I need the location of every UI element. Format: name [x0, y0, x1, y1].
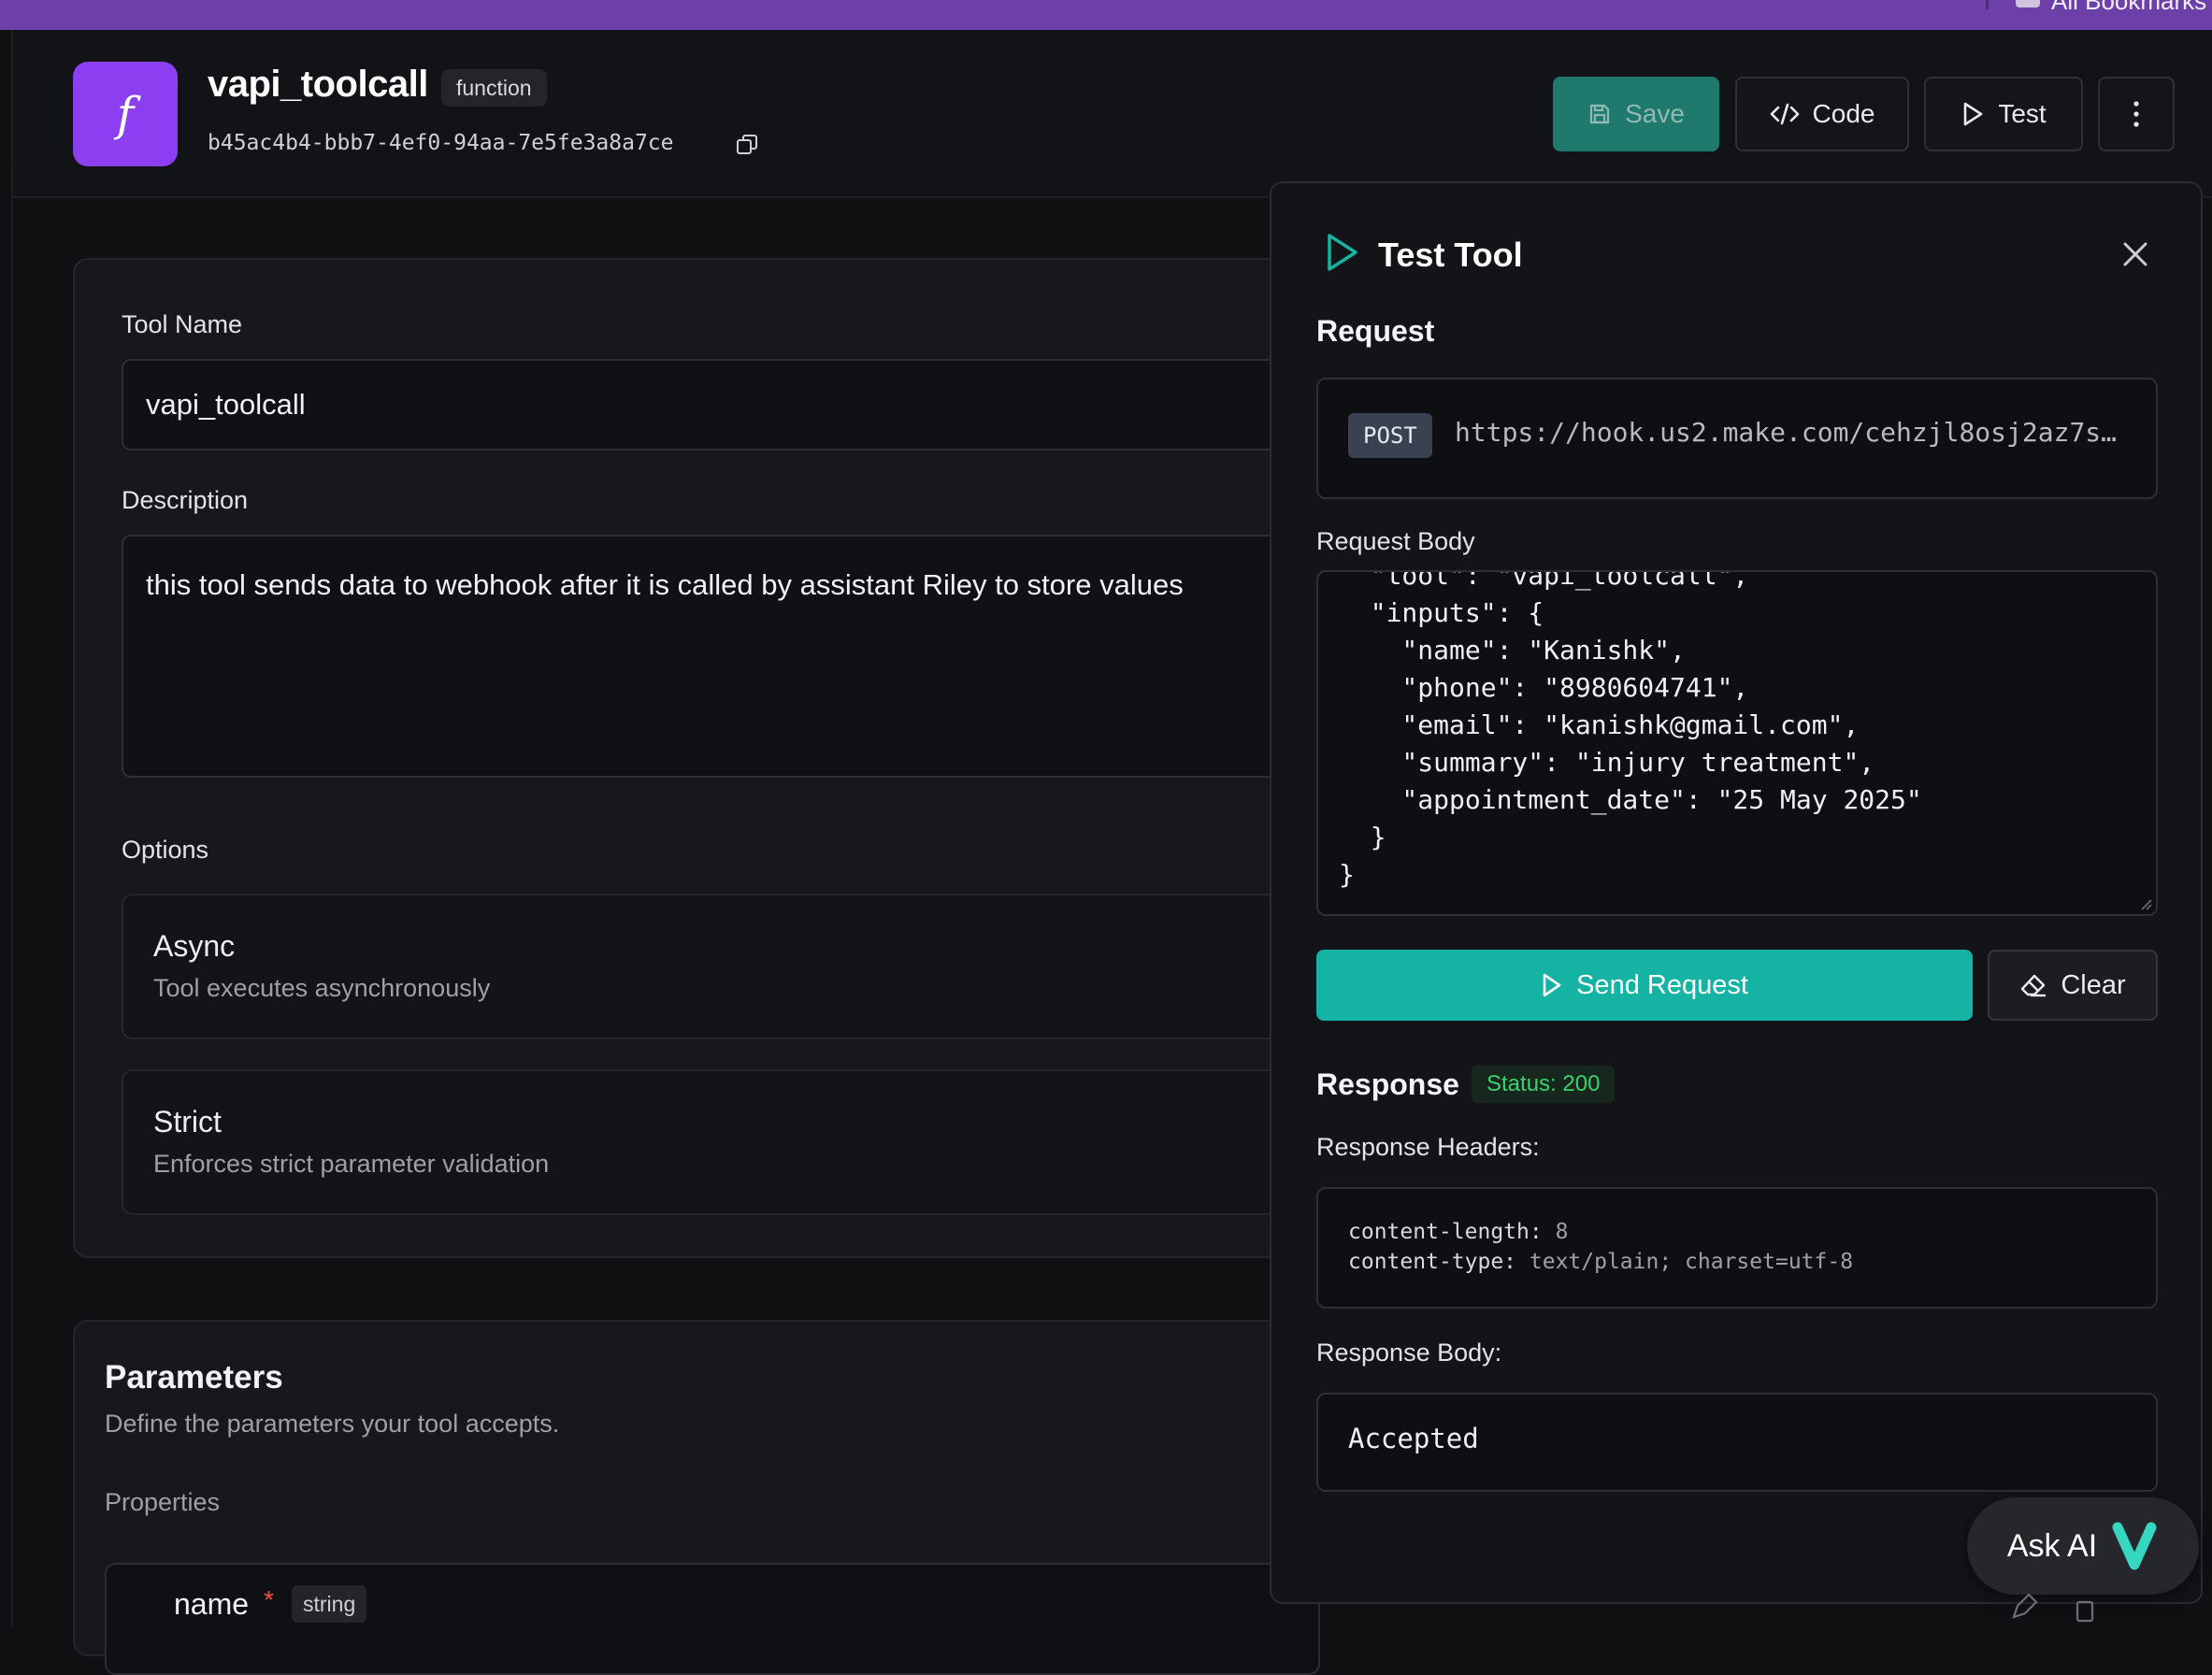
- page-title: vapi_toolcall: [208, 64, 428, 105]
- http-method-badge: POST: [1348, 413, 1432, 458]
- play-icon: [1543, 973, 1561, 997]
- row-action-icons: [2012, 1593, 2094, 1623]
- description-textarea[interactable]: this tool sends data to webhook after it…: [122, 535, 1300, 778]
- required-marker: *: [264, 1585, 274, 1614]
- panel-title: Test Tool: [1378, 236, 1523, 274]
- close-icon[interactable]: [2120, 239, 2150, 269]
- property-type-badge: string: [292, 1585, 367, 1623]
- browser-bookmarks-bar: All Bookmarks: [0, 0, 2212, 30]
- test-button[interactable]: Test: [1924, 77, 2083, 151]
- option-strict-subtitle: Enforces strict parameter validation: [153, 1150, 550, 1178]
- test-label: Test: [1998, 99, 2047, 128]
- properties-label: Properties: [105, 1488, 221, 1516]
- send-request-label: Send Request: [1576, 969, 1748, 1000]
- play-icon: [1964, 102, 1983, 126]
- header-key: content-type:: [1348, 1250, 1517, 1274]
- request-url: https://hook.us2.make.com/cehzjl8osj2az7…: [1455, 417, 2118, 448]
- sidebar-divider: [11, 30, 22, 1626]
- function-icon: f: [73, 62, 178, 166]
- request-body-label: Request Body: [1316, 527, 1475, 555]
- option-async-subtitle: Tool executes asynchronously: [153, 974, 491, 1002]
- eraser-icon: [2021, 974, 2047, 997]
- request-title: Request: [1316, 314, 1435, 348]
- send-request-button[interactable]: Send Request: [1316, 950, 1973, 1021]
- clear-label: Clear: [2061, 969, 2126, 1000]
- edit-icon[interactable]: [2012, 1593, 2038, 1619]
- request-body-code: "tool": "vapi_toolcall", "inputs": { "na…: [1339, 570, 1922, 890]
- response-headers-label: Response Headers:: [1316, 1133, 1540, 1161]
- copy-icon[interactable]: [735, 133, 759, 157]
- tool-name-label: Tool Name: [122, 310, 243, 338]
- code-button[interactable]: Code: [1735, 77, 1909, 151]
- description-label: Description: [122, 486, 249, 514]
- option-strict[interactable]: Strict Enforces strict parameter validat…: [122, 1069, 1300, 1215]
- response-title: Response: [1316, 1067, 1459, 1101]
- play-icon: [1328, 234, 1357, 271]
- ask-ai-label: Ask AI: [2006, 1527, 2098, 1564]
- request-url-field[interactable]: POST https://hook.us2.make.com/cehzjl8os…: [1316, 378, 2158, 499]
- option-async[interactable]: Async Tool executes asynchronously: [122, 894, 1300, 1039]
- response-body-label: Response Body:: [1316, 1339, 1502, 1367]
- tool-id: b45ac4b4-bbb7-4ef0-94aa-7e5fe3a8a7ce: [208, 131, 674, 155]
- options-label: Options: [122, 836, 209, 864]
- save-icon: [1589, 104, 1610, 124]
- property-name: name: [174, 1587, 250, 1621]
- tool-name-input[interactable]: vapi_toolcall: [122, 359, 1300, 451]
- response-headers-box: content-length: 8 content-type: text/pla…: [1316, 1187, 2158, 1309]
- response-header-row: content-length: 8: [1348, 1217, 2126, 1247]
- test-tool-panel: Test Tool Request POST https://hook.us2.…: [1270, 181, 2203, 1604]
- header-value: text/plain; charset=utf-8: [1529, 1250, 1854, 1274]
- request-body-editor[interactable]: "tool": "vapi_toolcall", "inputs": { "na…: [1316, 570, 2158, 916]
- tool-header: f vapi_toolcall function b45ac4b4-bbb7-4…: [13, 30, 2212, 198]
- ask-ai-button[interactable]: Ask AI: [1967, 1497, 2199, 1595]
- option-strict-title: Strict: [153, 1105, 222, 1138]
- header-value: 8: [1555, 1220, 1569, 1244]
- option-async-title: Async: [153, 929, 236, 963]
- code-icon: [1770, 103, 1799, 125]
- vapi-logo-icon: [2112, 1522, 2157, 1570]
- status-badge: Status: 200: [1472, 1066, 1616, 1103]
- more-options-button[interactable]: [2098, 77, 2175, 151]
- response-body-box: Accepted: [1316, 1393, 2158, 1492]
- clear-button[interactable]: Clear: [1988, 950, 2158, 1021]
- response-header-row: content-type: text/plain; charset=utf-8: [1348, 1247, 2126, 1277]
- header-key: content-length:: [1348, 1220, 1543, 1244]
- parameters-title: Parameters: [105, 1359, 283, 1396]
- resize-handle-icon[interactable]: [2139, 897, 2152, 910]
- tool-settings-card: Tool Name vapi_toolcall Description this…: [73, 258, 1300, 1258]
- save-label: Save: [1625, 99, 1685, 128]
- parameters-card: Parameters Define the parameters your to…: [73, 1320, 1320, 1675]
- save-button[interactable]: Save: [1553, 77, 1719, 151]
- parameters-subtitle: Define the parameters your tool accepts.: [105, 1410, 560, 1438]
- folder-icon: [2016, 0, 2040, 7]
- all-bookmarks-link[interactable]: All Bookmarks: [2051, 0, 2206, 16]
- bookmarks-separator: [1986, 0, 1989, 9]
- delete-icon[interactable]: [2076, 1600, 2094, 1623]
- code-label: Code: [1812, 99, 1875, 128]
- more-vertical-icon: [2133, 101, 2139, 127]
- table-row[interactable]: name * string: [105, 1563, 1320, 1675]
- tool-type-badge: function: [441, 69, 547, 107]
